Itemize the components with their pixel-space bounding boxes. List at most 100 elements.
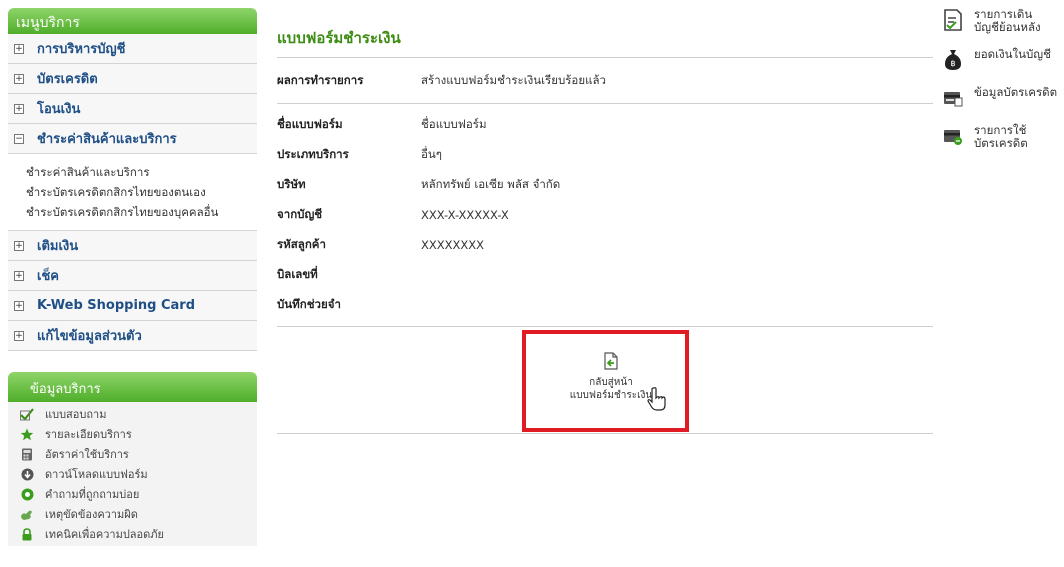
service-menu-title: เมนูบริการ [16,15,80,31]
menu-item-label: เช็ค [37,269,59,284]
svg-text:฿: ฿ [950,59,955,68]
calculator-icon [20,448,34,461]
menu-item-label: เติมเงิน [37,239,79,254]
expand-icon: + [14,240,24,251]
lock-icon [20,527,34,541]
menu-item-label: K-Web Shopping Card [37,298,196,313]
info-item-label: ดาวน์โหลดแบบฟอร์ม [45,468,148,481]
info-item-label: รายละเอียดบริการ [45,428,132,441]
field-row-from-account: จากบัญชี XXX-X-XXXXX-X [277,202,933,227]
expand-icon: + [14,330,24,341]
right-quick-menu: รายการเดิน บัญชีย้อนหลัง ฿ ยอดเงินในบัญช… [942,8,1064,164]
expand-icon: + [14,103,24,114]
info-item-service-fees[interactable]: อัตราค่าใช้บริการ [20,444,257,464]
quick-link-line1: รายการใช้ [974,123,1027,137]
quick-link-credit-card-info[interactable]: ข้อมูลบัตรเครดิต [942,86,1064,110]
back-to-payment-form-button[interactable]: กลับสู่หน้า แบบฟอร์มชำระเงิน [566,352,656,402]
field-row-customer-id: รหัสลูกค้า XXXXXXXX [277,232,933,257]
field-value: หลักทรัพย์ เอเซีย พลัส จำกัด [421,176,561,191]
card-usage-icon [942,124,964,148]
info-item-error-handling[interactable]: เหตุขัดข้องความผิด [20,504,257,524]
field-label: ชื่อแบบฟอร์ม [277,116,343,131]
menu-item-top-up[interactable]: + เติมเงิน [8,231,257,261]
menu-item-account-management[interactable]: + การบริหารบัญชี [8,34,257,64]
menu-item-label: การบริหารบัญชี [37,42,126,57]
quick-link-line1: ข้อมูลบัตรเครดิต [974,85,1058,99]
highlight-box: กลับสู่หน้า แบบฟอร์มชำระเงิน [522,330,689,432]
field-row-form-name: ชื่อแบบฟอร์ม ชื่อแบบฟอร์ม [277,112,933,137]
form-details: ชื่อแบบฟอร์ม ชื่อแบบฟอร์ม ประเภทบริการ อ… [277,104,933,327]
expand-icon: + [14,300,24,311]
service-info-list: แบบสอบถาม รายละเอียดบริการ อัตราค่าใช้บร… [8,402,257,546]
menu-item-edit-profile[interactable]: + แก้ไขข้อมูลส่วนตัว [8,321,257,351]
result-label: ผลการทำรายการ [277,72,364,87]
quick-link-card-usage[interactable]: รายการใช้ บัตรเครดิต [942,124,1064,150]
field-row-company: บริษัท หลักทรัพย์ เอเซีย พลัส จำกัด [277,172,933,197]
menu-item-label: ชำระค่าสินค้าและบริการ [37,132,177,147]
field-value: อื่นๆ [421,146,442,161]
quick-link-statement[interactable]: รายการเดิน บัญชีย้อนหลัง [942,8,1064,34]
quick-link-line1: รายการเดิน [974,7,1033,21]
field-row-bill-number: บิลเลขที่ [277,262,933,287]
info-item-label: แบบสอบถาม [45,408,107,421]
field-label: ประเภทบริการ [277,146,349,161]
menu-item-cheque[interactable]: + เช็ค [8,261,257,291]
quick-link-balance[interactable]: ฿ ยอดเงินในบัญชี [942,48,1064,72]
page-title: แบบฟอร์มชำระเงิน [277,10,933,58]
field-row-memo: บันทึกช่วยจำ [277,292,933,317]
info-item-label: คำถามที่ถูกถามบ่อย [45,488,140,501]
submenu-item-bill-payment[interactable]: ชำระค่าสินค้าและบริการ [26,162,257,182]
info-item-security-tips[interactable]: เทคนิคเพื่อความปลอดภัย [20,524,257,544]
money-bag-icon: ฿ [942,48,964,72]
field-label: บิลเลขที่ [277,266,318,281]
service-info-header: ข้อมูลบริการ [8,372,257,402]
info-item-survey[interactable]: แบบสอบถาม [20,404,257,424]
info-item-service-details[interactable]: รายละเอียดบริการ [20,424,257,444]
expand-icon: + [14,270,24,281]
field-label: จากบัญชี [277,206,323,221]
back-button-line2: แบบฟอร์มชำระเงิน [569,390,653,401]
hand-cursor-icon [646,386,670,416]
result-row: ผลการทำรายการ สร้างแบบฟอร์มชำระเงินเรียบ… [277,58,933,104]
menu-item-label: บัตรเครดิต [37,72,98,87]
result-value: สร้างแบบฟอร์มชำระเงินเรียบร้อยแล้ว [421,72,606,87]
quick-link-line1: ยอดเงินในบัญชี [974,47,1051,61]
field-value: ชื่อแบบฟอร์ม [421,116,487,131]
expand-icon: + [14,73,24,84]
field-label: บันทึกช่วยจำ [277,296,341,311]
statement-icon [942,8,964,32]
submenu-item-own-credit-card[interactable]: ชำระบัตรเครดิตกสิกรไทยของตนเอง [26,182,257,202]
submenu-item-other-credit-card[interactable]: ชำระบัตรเครดิตกสิกรไทยของบุคคลอื่น [26,202,257,222]
field-label: รหัสลูกค้า [277,236,326,251]
star-icon [20,428,34,441]
expand-icon: + [14,43,24,54]
document-return-icon [603,352,619,370]
download-icon [20,468,34,481]
info-item-label: อัตราค่าใช้บริการ [45,448,129,461]
collapse-icon: − [14,133,24,144]
menu-item-bill-payment[interactable]: − ชำระค่าสินค้าและบริการ [8,124,257,154]
menu-item-label: โอนเงิน [37,102,81,117]
field-value: XXX-X-XXXXX-X [421,207,509,222]
check-icon [20,407,34,421]
field-value: XXXXXXXX [421,237,485,252]
left-sidebar: เมนูบริการ + การบริหารบัญชี + บัตรเครดิต… [8,8,257,546]
faq-icon [20,488,34,501]
credit-card-icon [942,86,964,110]
menu-item-kweb-shopping-card[interactable]: + K-Web Shopping Card [8,291,257,321]
menu-item-label: แก้ไขข้อมูลส่วนตัว [37,329,142,344]
menu-item-transfer[interactable]: + โอนเงิน [8,94,257,124]
menu-item-credit-card[interactable]: + บัตรเครดิต [8,64,257,94]
info-item-download-forms[interactable]: ดาวน์โหลดแบบฟอร์ม [20,464,257,484]
info-item-label: เทคนิคเพื่อความปลอดภัย [45,528,164,541]
field-label: บริษัท [277,176,306,191]
service-info-title: ข้อมูลบริการ [30,382,101,397]
main-content: แบบฟอร์มชำระเงิน ผลการทำรายการ สร้างแบบฟ… [277,10,933,434]
hand-icon [20,508,34,521]
bill-payment-submenu: ชำระค่าสินค้าและบริการ ชำระบัตรเครดิตกสิ… [8,154,257,231]
back-button-line1: กลับสู่หน้า [589,377,633,388]
info-item-label: เหตุขัดข้องความผิด [45,508,138,521]
quick-link-line2: บัญชีย้อนหลัง [974,20,1041,34]
action-area: กลับสู่หน้า แบบฟอร์มชำระเงิน [277,327,933,434]
info-item-faq[interactable]: คำถามที่ถูกถามบ่อย [20,484,257,504]
